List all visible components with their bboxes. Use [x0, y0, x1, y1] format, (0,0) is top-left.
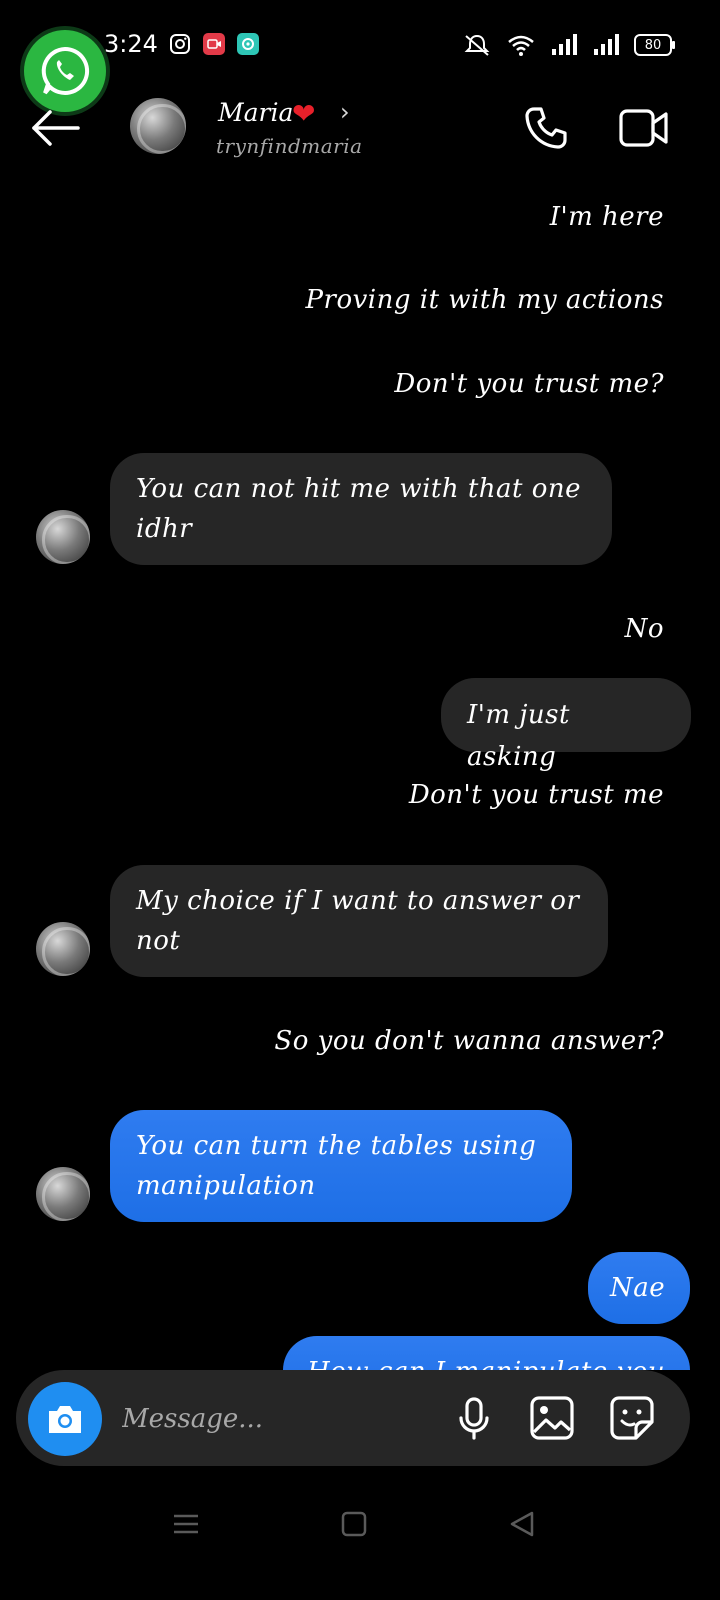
- received-message[interactable]: My choice if I want to answer or not: [110, 865, 608, 977]
- sent-message[interactable]: Don't you trust me?: [394, 369, 664, 399]
- message-line: idhr: [136, 514, 193, 544]
- battery-level: 80: [644, 37, 662, 53]
- battery-icon: 80: [634, 34, 675, 56]
- status-time: 3:24: [104, 30, 158, 58]
- avatar[interactable]: [130, 98, 186, 154]
- sent-message[interactable]: Don't you trust me: [409, 780, 664, 810]
- camera-button[interactable]: [28, 1382, 102, 1456]
- signal-icon: [552, 34, 577, 55]
- avatar[interactable]: [36, 510, 90, 564]
- app-icon: [237, 33, 259, 55]
- message-line: not: [136, 926, 181, 956]
- sent-message[interactable]: I'm here: [550, 202, 664, 232]
- sent-message[interactable]: Proving it with my actions: [306, 285, 664, 315]
- sent-message[interactable]: How can I manipulate you: [283, 1336, 690, 1370]
- back-arrow-icon[interactable]: [30, 108, 82, 148]
- message-text: I'm just asking: [467, 700, 570, 772]
- message-text: How can I manipulate you: [307, 1357, 665, 1370]
- contact-name[interactable]: Maria: [218, 98, 293, 127]
- message-input[interactable]: [120, 1398, 444, 1440]
- message-list: I'm here Proving it with my actions Don'…: [0, 180, 720, 1370]
- phone-icon[interactable]: [522, 104, 570, 152]
- status-bar: 3:24 80: [0, 0, 720, 90]
- microphone-icon[interactable]: [450, 1394, 498, 1442]
- message-line: You can not hit me with that one: [136, 474, 582, 504]
- sent-message[interactable]: No: [625, 614, 664, 644]
- screen-record-icon: [203, 33, 225, 55]
- sent-message[interactable]: Nae: [588, 1252, 690, 1324]
- message-line: manipulation: [136, 1171, 316, 1201]
- message-text: Nae: [610, 1273, 666, 1303]
- contact-handle[interactable]: trynfindmaria: [216, 134, 363, 158]
- sent-message[interactable]: So you don't wanna answer?: [274, 1026, 664, 1056]
- heart-emoji: ❤: [292, 97, 316, 130]
- status-indicators: 80: [462, 30, 675, 60]
- chevron-right-icon[interactable]: ›: [340, 98, 350, 126]
- mute-icon: [464, 34, 490, 56]
- message-line: My choice if I want to answer or: [136, 886, 580, 916]
- camera-icon: [49, 1406, 81, 1433]
- sticker-icon[interactable]: [608, 1394, 656, 1442]
- message-composer: [16, 1370, 690, 1466]
- home-icon[interactable]: [340, 1510, 368, 1538]
- system-navigation-bar: [0, 1490, 720, 1600]
- signal-icon: [594, 34, 619, 55]
- received-message[interactable]: You can turn the tables using manipulati…: [110, 1110, 572, 1222]
- instagram-icon: [170, 34, 190, 54]
- chat-header: Maria ❤ › trynfindmaria: [0, 90, 720, 180]
- sent-message[interactable]: I'm just asking: [441, 678, 691, 772]
- avatar[interactable]: [36, 922, 90, 976]
- menu-icon[interactable]: [172, 1510, 200, 1538]
- video-camera-icon[interactable]: [618, 106, 670, 150]
- gallery-icon[interactable]: [528, 1394, 576, 1442]
- wifi-icon: [508, 35, 534, 56]
- received-message[interactable]: You can not hit me with that one idhr: [110, 453, 612, 565]
- back-icon[interactable]: [508, 1510, 536, 1538]
- message-line: You can turn the tables using: [136, 1131, 537, 1161]
- avatar[interactable]: [36, 1167, 90, 1221]
